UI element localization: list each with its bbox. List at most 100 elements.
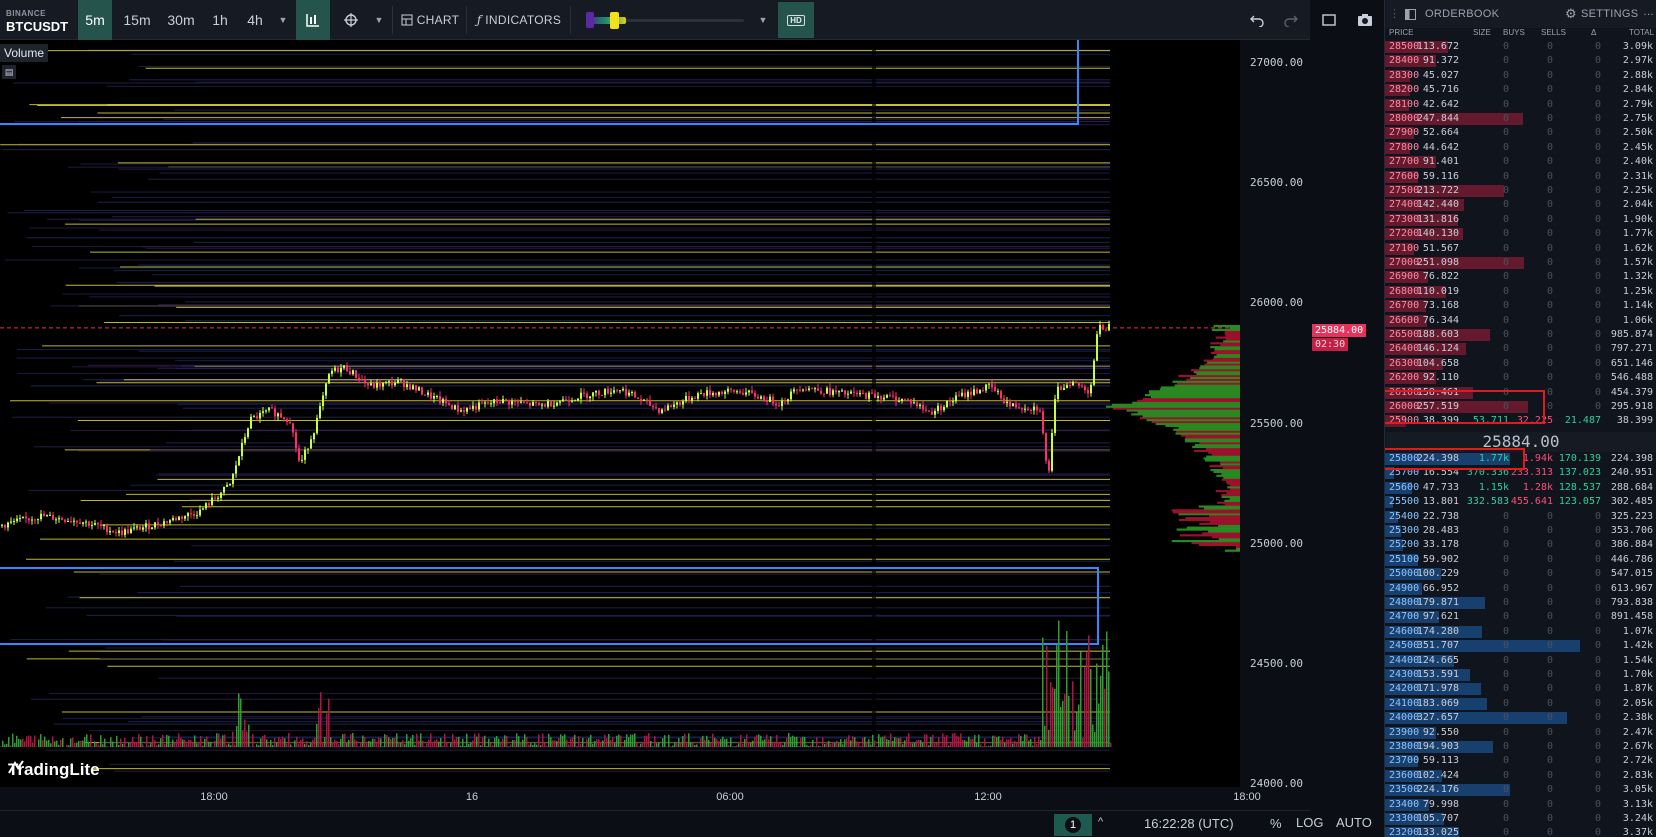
- ask-row[interactable]: 27900 52.664 0 0 0 2.50k: [1385, 126, 1656, 140]
- ask-row[interactable]: 26300 104.658 0 0 0 651.146: [1385, 357, 1656, 371]
- cell-price: 28200: [1389, 84, 1420, 96]
- ask-row[interactable]: 28000 247.844 0 0 0 2.75k: [1385, 112, 1656, 126]
- screenshot-button[interactable]: [1348, 0, 1382, 40]
- percent-scale-toggle[interactable]: %: [1270, 816, 1282, 831]
- drawing-tools-button[interactable]: [334, 0, 368, 40]
- ask-row[interactable]: 28500 113.672 0 0 0 3.09k: [1385, 40, 1656, 54]
- candle: [643, 399, 645, 401]
- bid-row[interactable]: 23400 79.998 0 0 0 3.13k: [1385, 798, 1656, 812]
- cell-buys: 0: [1502, 582, 1509, 594]
- candle: [1003, 398, 1005, 404]
- gear-icon[interactable]: ⚙: [1565, 6, 1577, 22]
- volume-bar: [1030, 739, 1032, 747]
- candle: [607, 388, 609, 394]
- pane-count-button[interactable]: 1: [1054, 814, 1092, 836]
- bid-row[interactable]: 24200 171.978 0 0 0 1.87k: [1385, 682, 1656, 696]
- bid-row[interactable]: 25100 59.902 0 0 0 446.786: [1385, 553, 1656, 567]
- bid-row[interactable]: 23900 92.550 0 0 0 2.47k: [1385, 726, 1656, 740]
- drawing-tools-dropdown[interactable]: ▼: [368, 0, 390, 40]
- undo-button[interactable]: [1240, 0, 1274, 40]
- candle: [298, 448, 300, 461]
- bid-row[interactable]: 23300 105.707 0 0 0 3.24k: [1385, 812, 1656, 826]
- chart-button[interactable]: CHART: [398, 0, 462, 40]
- candle-type-button[interactable]: [296, 0, 330, 40]
- volume-indicator-label[interactable]: Volume: [0, 44, 49, 62]
- indicator-settings-icon[interactable]: ▤: [2, 65, 16, 79]
- ask-row[interactable]: 26800 110.019 0 0 0 1.25k: [1385, 285, 1656, 299]
- candle: [679, 402, 681, 405]
- cell-price: 23900: [1389, 726, 1420, 738]
- ask-row[interactable]: 27000 251.098 0 0 0 1.57k: [1385, 256, 1656, 270]
- timeframe-5m[interactable]: 5m: [78, 0, 112, 40]
- ask-row[interactable]: 27400 142.440 0 0 0 2.04k: [1385, 198, 1656, 212]
- time-axis[interactable]: 18:00 16 06:00 12:00 18:00: [0, 787, 1310, 810]
- ask-row[interactable]: 28300 45.027 0 0 0 2.88k: [1385, 69, 1656, 83]
- indicators-button[interactable]: ƒ INDICATORS: [472, 0, 566, 40]
- bid-row[interactable]: 24300 153.591 0 0 0 1.70k: [1385, 668, 1656, 682]
- volume-profile-bar: [1217, 501, 1240, 504]
- ask-row[interactable]: 27300 131.816 0 0 0 1.90k: [1385, 213, 1656, 227]
- chevron-up-icon[interactable]: ^: [1098, 816, 1103, 828]
- log-scale-toggle[interactable]: LOG: [1296, 815, 1323, 830]
- timeframe-dropdown[interactable]: ▼: [272, 0, 294, 40]
- volume-profile-bar: [1171, 509, 1240, 512]
- timeframe-4h[interactable]: 4h: [238, 0, 272, 40]
- ask-row[interactable]: 27700 91.401 0 0 0 2.40k: [1385, 155, 1656, 169]
- ask-row[interactable]: 26600 76.344 0 0 0 1.06k: [1385, 314, 1656, 328]
- heatmap-intensity-slider[interactable]: [586, 11, 744, 29]
- bid-row[interactable]: 24900 66.952 0 0 0 613.967: [1385, 582, 1656, 596]
- timeframe-15m[interactable]: 15m: [115, 0, 159, 40]
- bid-row[interactable]: 23700 59.113 0 0 0 2.72k: [1385, 754, 1656, 768]
- hd-toggle-button[interactable]: HD: [778, 2, 814, 38]
- bid-row[interactable]: 24500 351.707 0 0 0 1.42k: [1385, 639, 1656, 653]
- candle: [28, 518, 30, 521]
- bid-row[interactable]: 23800 194.903 0 0 0 2.67k: [1385, 740, 1656, 754]
- bid-row[interactable]: 23500 224.176 0 0 0 3.05k: [1385, 783, 1656, 797]
- timeframe-1h[interactable]: 1h: [203, 0, 237, 40]
- redo-button[interactable]: [1274, 0, 1308, 40]
- chart-canvas[interactable]: Volume ▤ TradingLite: [0, 40, 1310, 787]
- more-options-icon[interactable]: …: [1643, 6, 1654, 18]
- bid-row[interactable]: 25200 33.178 0 0 0 386.884: [1385, 538, 1656, 552]
- ask-row[interactable]: 27600 59.116 0 0 0 2.31k: [1385, 170, 1656, 184]
- bid-row[interactable]: 25600 47.733 1.15k 1.28k 128.537 288.684: [1385, 481, 1656, 495]
- fullscreen-button[interactable]: [1312, 0, 1346, 40]
- bid-row[interactable]: 25500 13.801 332.583 455.641 123.057 302.485: [1385, 495, 1656, 509]
- ask-row[interactable]: 28100 42.642 0 0 0 2.79k: [1385, 98, 1656, 112]
- ask-row[interactable]: 26200 92.110 0 0 0 546.488: [1385, 371, 1656, 385]
- bid-row[interactable]: 24700 97.621 0 0 0 891.458: [1385, 610, 1656, 624]
- bid-row[interactable]: 25300 28.483 0 0 0 353.706: [1385, 524, 1656, 538]
- volume-bar: [540, 745, 542, 747]
- bid-row[interactable]: 24800 179.871 0 0 0 793.838: [1385, 596, 1656, 610]
- bid-row[interactable]: 24100 183.069 0 0 0 2.05k: [1385, 697, 1656, 711]
- volume-bar: [476, 736, 478, 747]
- bid-row[interactable]: 24400 124.665 0 0 0 1.54k: [1385, 654, 1656, 668]
- ask-row[interactable]: 26900 76.822 0 0 0 1.32k: [1385, 270, 1656, 284]
- ask-row[interactable]: 28200 45.716 0 0 0 2.84k: [1385, 83, 1656, 97]
- ask-row[interactable]: 27100 51.567 0 0 0 1.62k: [1385, 242, 1656, 256]
- bid-row[interactable]: 23600 102.424 0 0 0 2.83k: [1385, 769, 1656, 783]
- timeframe-30m[interactable]: 30m: [160, 0, 202, 40]
- bid-row[interactable]: 25400 22.738 0 0 0 325.223: [1385, 510, 1656, 524]
- auto-scale-toggle[interactable]: AUTO: [1336, 815, 1372, 830]
- ask-row[interactable]: 26400 146.124 0 0 0 797.271: [1385, 342, 1656, 356]
- layout-icon: [401, 14, 413, 26]
- cell-price: 24400: [1389, 654, 1420, 666]
- slider-handle-high[interactable]: [610, 12, 619, 29]
- cell-size: 247.844: [1416, 113, 1459, 124]
- volume-bar: [446, 742, 448, 747]
- ask-row[interactable]: 26700 73.168 0 0 0 1.14k: [1385, 299, 1656, 313]
- settings-button[interactable]: SETTINGS: [1581, 8, 1638, 20]
- ask-row[interactable]: 27800 44.642 0 0 0 2.45k: [1385, 141, 1656, 155]
- symbol-selector[interactable]: BINANCE BTCUSDT: [6, 4, 76, 36]
- ask-row[interactable]: 27500 213.722 0 0 0 2.25k: [1385, 184, 1656, 198]
- bid-row[interactable]: 24000 327.657 0 0 0 2.38k: [1385, 711, 1656, 725]
- slider-handle-low[interactable]: [586, 12, 594, 28]
- ask-row[interactable]: 27200 140.130 0 0 0 1.77k: [1385, 227, 1656, 241]
- bid-row[interactable]: 25000 100.229 0 0 0 547.015: [1385, 567, 1656, 581]
- bid-row[interactable]: 23200 133.025 0 0 0 3.37k: [1385, 826, 1656, 837]
- heatmap-dropdown[interactable]: ▼: [752, 0, 774, 40]
- bid-row[interactable]: 24600 174.280 0 0 0 1.07k: [1385, 625, 1656, 639]
- ask-row[interactable]: 26500 188.603 0 0 0 985.874: [1385, 328, 1656, 342]
- ask-row[interactable]: 28400 91.372 0 0 0 2.97k: [1385, 54, 1656, 68]
